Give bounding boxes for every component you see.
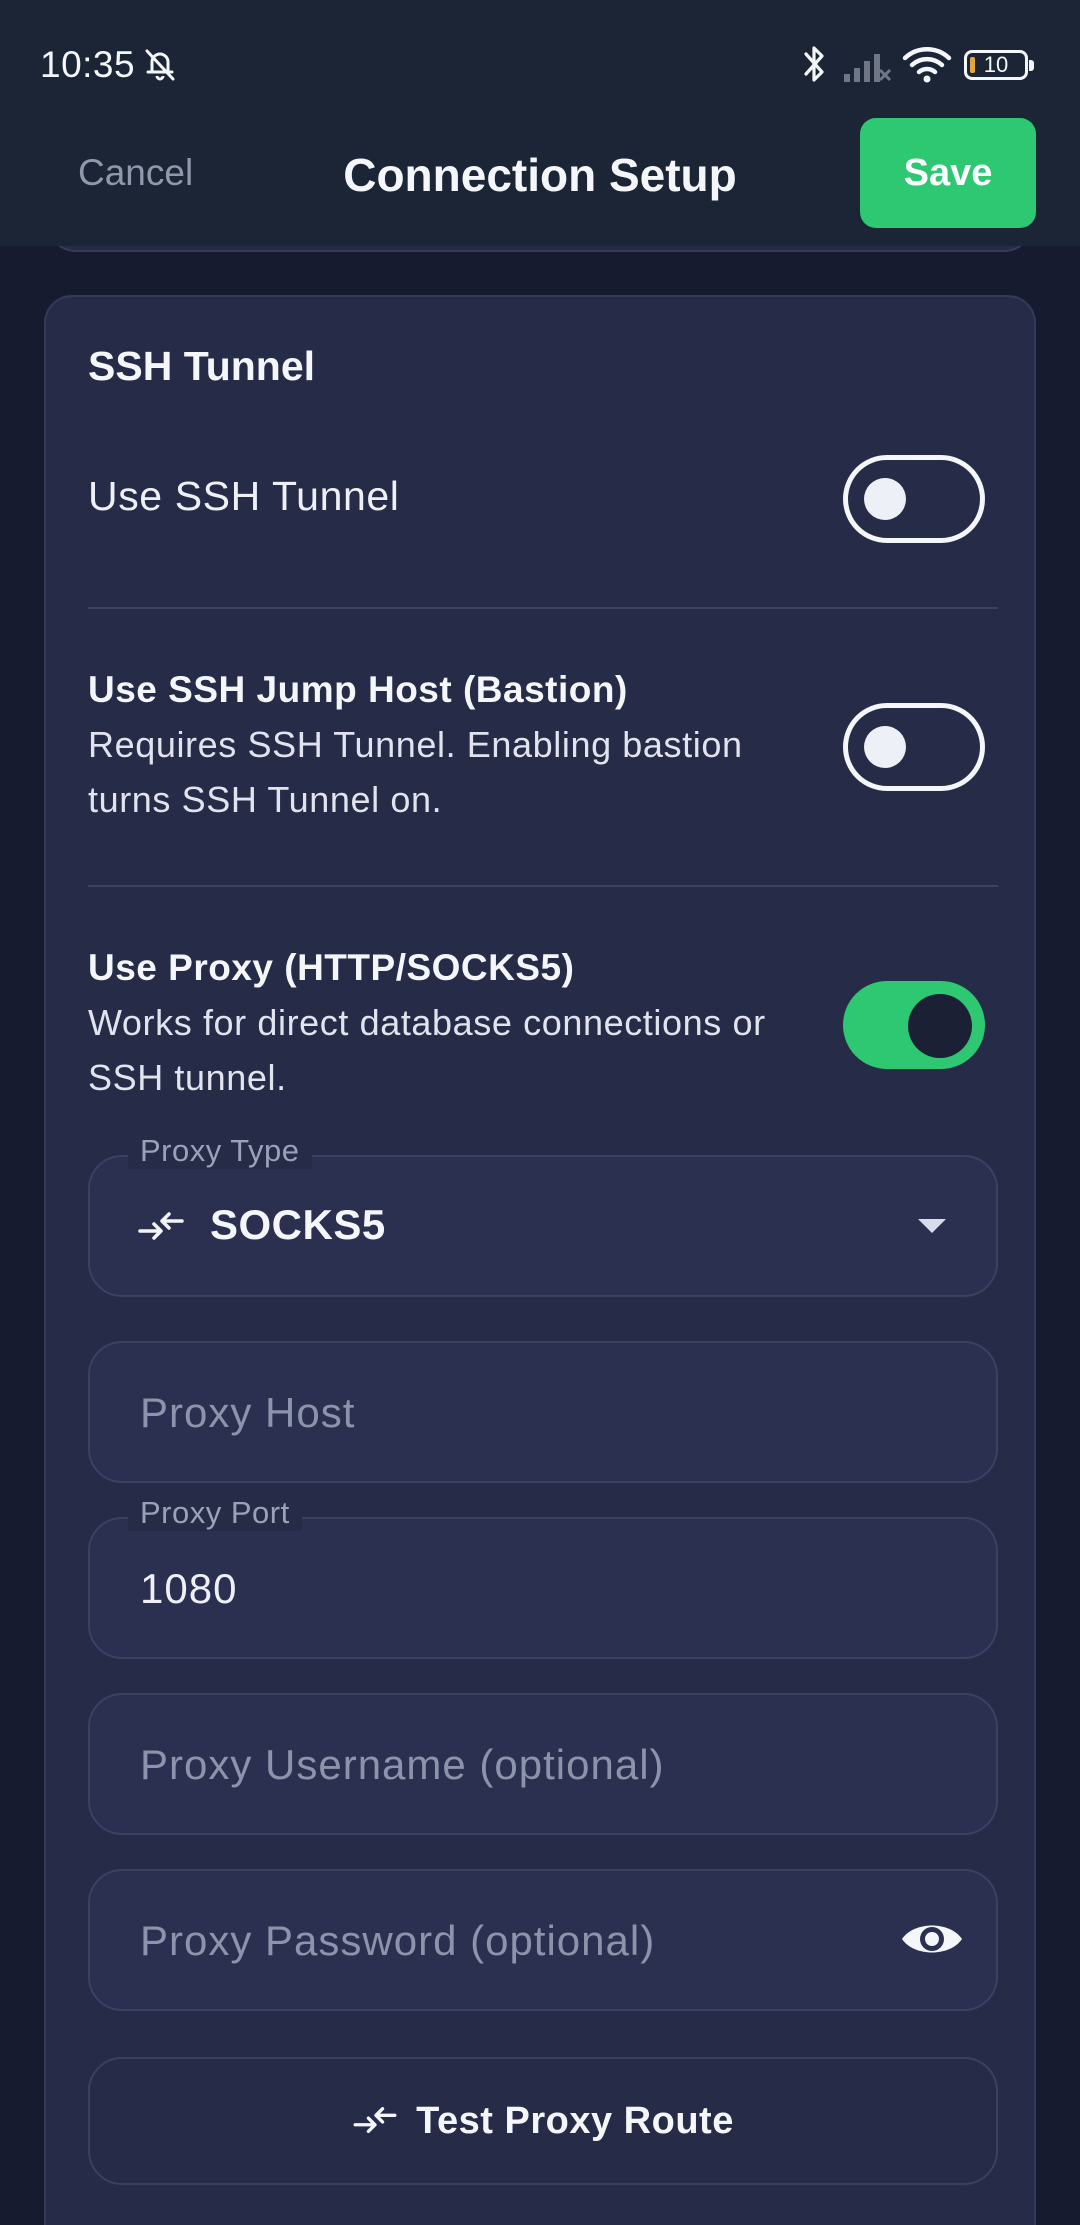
proxy-port-field[interactable]: Proxy Port 1080 xyxy=(88,1495,998,1659)
jump-host-toggle[interactable] xyxy=(843,703,985,791)
card-title: SSH Tunnel xyxy=(88,343,316,389)
proxy-password-placeholder: Proxy Password (optional) xyxy=(140,1917,656,1964)
save-button[interactable]: Save xyxy=(860,118,1036,228)
toggle-knob xyxy=(864,478,906,520)
jump-host-title: Use SSH Jump Host (Bastion) xyxy=(88,669,628,710)
chevron-down-icon xyxy=(918,1219,946,1233)
use-ssh-tunnel-label: Use SSH Tunnel xyxy=(88,473,400,519)
proxy-host-placeholder: Proxy Host xyxy=(140,1389,356,1436)
toggle-knob xyxy=(864,726,906,768)
proxy-type-value: SOCKS5 xyxy=(210,1201,386,1248)
proxy-username-placeholder: Proxy Username (optional) xyxy=(140,1741,665,1788)
divider xyxy=(88,885,998,887)
test-proxy-route-button[interactable]: Test Proxy Route xyxy=(88,2057,998,2185)
proxy-port-label: Proxy Port xyxy=(128,1495,302,1531)
bell-off-icon xyxy=(145,49,175,81)
proxy-username-field[interactable]: Proxy Username (optional) xyxy=(88,1693,998,1835)
battery-level: 10 xyxy=(983,52,1009,77)
test-proxy-route-label: Test Proxy Route xyxy=(416,2099,734,2142)
battery-icon: 10 xyxy=(964,50,1034,80)
ssh-tunnel-card: SSH Tunnel Use SSH Tunnel Use SSH Jump H… xyxy=(44,295,1036,2225)
app-bar: Cancel Connection Setup Save xyxy=(0,118,1080,246)
proxy-subtitle: Works for direct database connections or… xyxy=(88,1002,766,1098)
swap-icon xyxy=(138,1212,184,1240)
proxy-type-select[interactable]: Proxy Type SOCKS5 xyxy=(88,1133,998,1297)
eye-icon[interactable] xyxy=(900,1915,964,1963)
use-ssh-tunnel-toggle[interactable] xyxy=(843,455,985,543)
proxy-port-value: 1080 xyxy=(140,1565,238,1612)
proxy-host-field[interactable]: Proxy Host xyxy=(88,1341,998,1483)
toggle-knob xyxy=(908,994,972,1058)
proxy-type-label: Proxy Type xyxy=(128,1133,312,1169)
status-bar: 10:35 10 xyxy=(0,0,1080,118)
proxy-password-field[interactable]: Proxy Password (optional) xyxy=(88,1869,998,2011)
status-time: 10:35 xyxy=(40,44,136,85)
wifi-icon xyxy=(902,47,952,83)
use-proxy-toggle[interactable] xyxy=(843,981,985,1069)
divider xyxy=(88,607,998,609)
proxy-title: Use Proxy (HTTP/SOCKS5) xyxy=(88,947,575,988)
bluetooth-icon xyxy=(804,46,824,82)
jump-host-subtitle: Requires SSH Tunnel. Enabling bastion tu… xyxy=(88,724,743,820)
signal-icon xyxy=(844,54,892,82)
swap-icon xyxy=(353,2107,397,2134)
top-bar: 10:35 10 Cancel Connection Setup Save xyxy=(0,0,1080,246)
